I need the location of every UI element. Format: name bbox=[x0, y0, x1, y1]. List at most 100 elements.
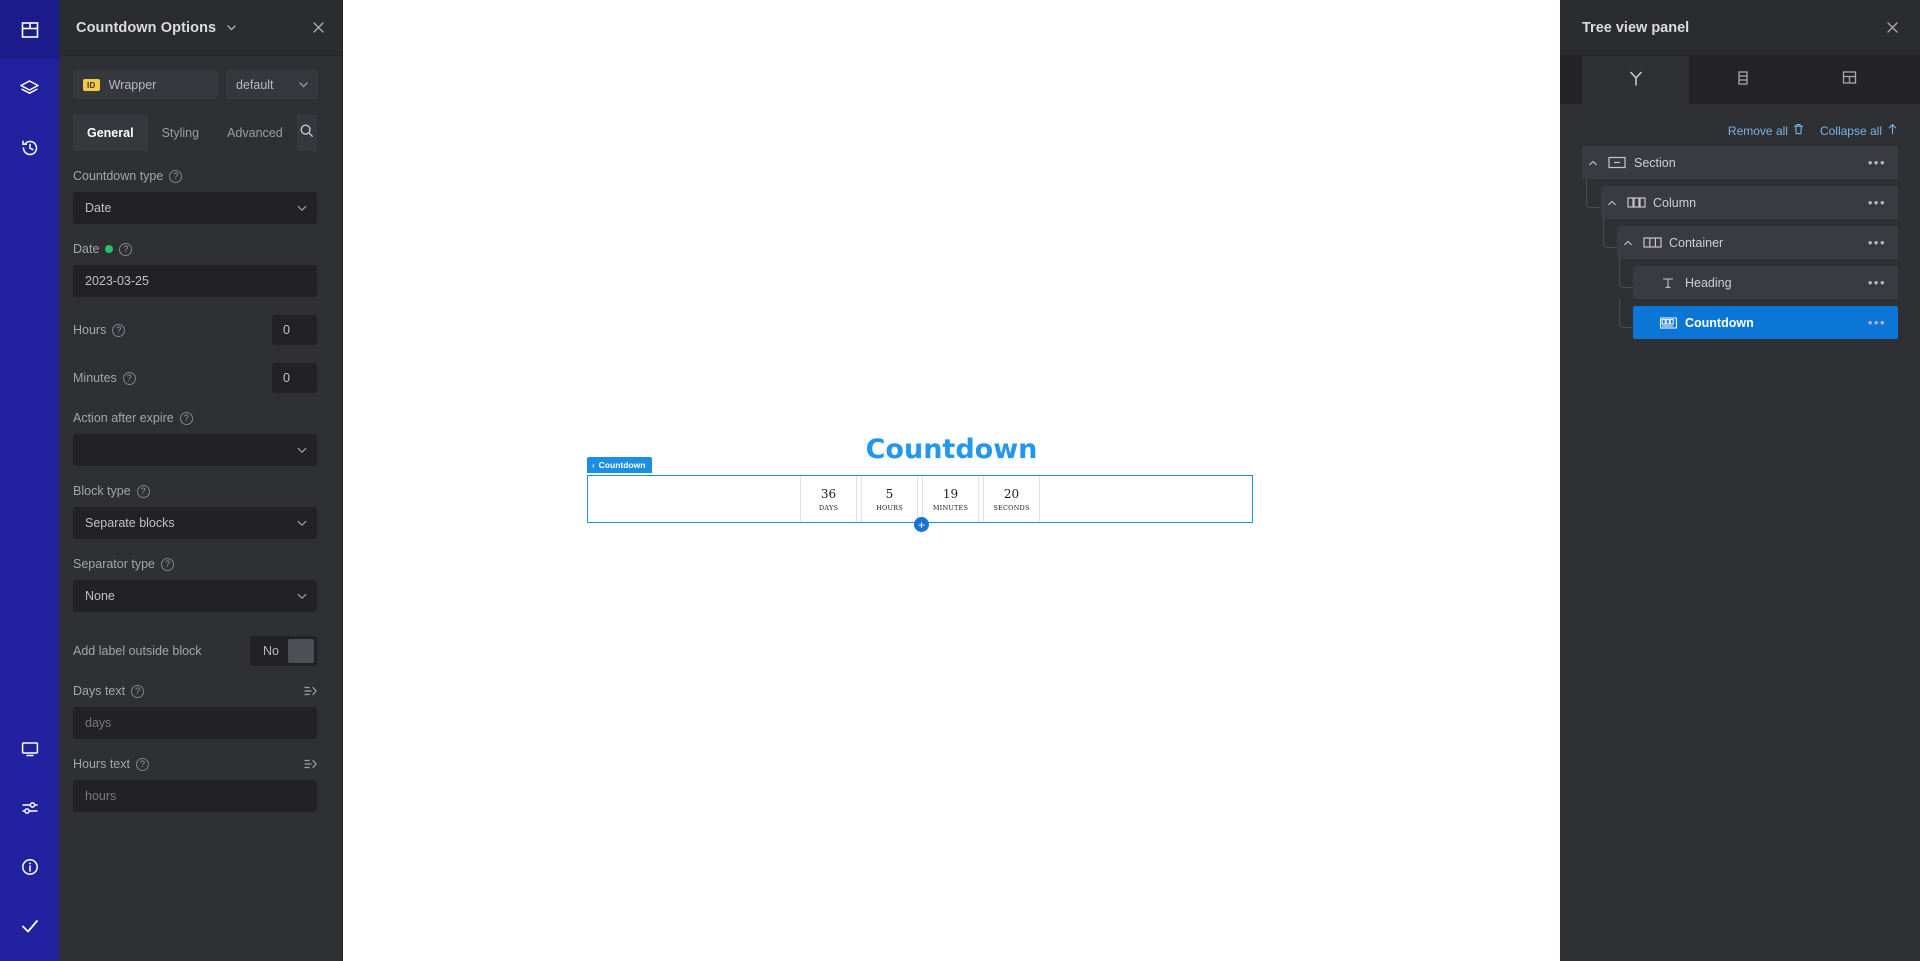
options-tabs: General Styling Advanced bbox=[73, 115, 317, 151]
widget-label-badge[interactable]: ‹ Countdown bbox=[587, 457, 653, 473]
tree-node-column[interactable]: Column ••• bbox=[1601, 186, 1898, 219]
tree-node-container[interactable]: Container ••• bbox=[1617, 226, 1898, 259]
countdown-widget[interactable]: 36 DAYS 5 HOURS 19 MINUTES 20 SECONDS bbox=[587, 475, 1253, 523]
chevron-up-icon[interactable] bbox=[1582, 157, 1604, 169]
node-menu-icon[interactable]: ••• bbox=[1868, 315, 1886, 330]
canvas-heading[interactable]: Countdown bbox=[343, 434, 1560, 465]
tree-tab-structure[interactable] bbox=[1582, 56, 1689, 104]
node-menu-icon[interactable]: ••• bbox=[1868, 155, 1886, 170]
tree-node-label: Container bbox=[1669, 235, 1724, 250]
help-icon[interactable]: ? bbox=[112, 323, 126, 337]
editor-canvas[interactable]: Countdown ‹ Countdown 36 DAYS 5 HOURS 19… bbox=[343, 0, 1560, 961]
check-icon-button[interactable] bbox=[0, 896, 59, 955]
chevron-down-icon bbox=[297, 78, 310, 91]
field-label: Separator type ? bbox=[73, 557, 317, 571]
hours-value: 0 bbox=[283, 323, 290, 337]
countdown-block-days[interactable]: 36 DAYS bbox=[800, 476, 857, 522]
page-title: Countdown Options bbox=[76, 19, 217, 36]
action-after-expire-select[interactable] bbox=[73, 434, 317, 466]
remove-all-button[interactable]: Remove all bbox=[1728, 123, 1804, 138]
help-icon[interactable]: ? bbox=[161, 557, 174, 571]
block-type-select[interactable]: Separate blocks bbox=[73, 507, 317, 539]
rail-bottom-group bbox=[0, 719, 59, 961]
collapse-all-button[interactable]: Collapse all bbox=[1820, 123, 1898, 138]
tree-actions: Remove all Collapse all bbox=[1560, 104, 1920, 144]
minutes-label: Minutes bbox=[73, 371, 117, 385]
options-fields: Countdown type ? Date Date ? 2023-03-25 … bbox=[59, 169, 342, 812]
days-text-label: Days text bbox=[73, 684, 126, 698]
tree-node-list: Section ••• Column ••• Container ••• Hea… bbox=[1560, 144, 1920, 346]
minutes-input[interactable]: 0 bbox=[272, 363, 317, 393]
node-menu-icon[interactable]: ••• bbox=[1868, 195, 1886, 210]
chevron-down-icon bbox=[295, 589, 309, 603]
help-icon[interactable]: ? bbox=[136, 484, 150, 498]
field-label: Date ? bbox=[73, 242, 317, 256]
rail-top-group bbox=[0, 0, 59, 177]
info-icon-button[interactable] bbox=[0, 837, 59, 896]
add-label-outside-toggle[interactable]: No bbox=[250, 636, 317, 666]
toggle-knob[interactable] bbox=[288, 639, 314, 663]
help-icon[interactable]: ? bbox=[135, 757, 149, 771]
minutes-value: 0 bbox=[283, 371, 290, 385]
tab-advanced[interactable]: Advanced bbox=[213, 115, 297, 151]
days-value: 36 bbox=[820, 486, 837, 501]
widget-label-text: Countdown bbox=[598, 460, 646, 470]
chevron-down-icon[interactable] bbox=[225, 21, 238, 34]
countdown-icon bbox=[1655, 317, 1681, 329]
separator-type-select[interactable]: None bbox=[73, 580, 317, 612]
tree-node-countdown[interactable]: Countdown ••• bbox=[1633, 306, 1898, 339]
tab-general[interactable]: General bbox=[73, 115, 148, 151]
monitor-icon bbox=[20, 739, 40, 759]
preset-select[interactable]: default bbox=[226, 70, 318, 99]
search-icon-button[interactable] bbox=[296, 115, 317, 151]
tree-tab-list[interactable] bbox=[1689, 56, 1796, 104]
days-text-placeholder: days bbox=[85, 716, 112, 730]
help-icon[interactable]: ? bbox=[122, 371, 136, 385]
add-element-button[interactable]: + bbox=[914, 517, 929, 532]
help-icon[interactable]: ? bbox=[179, 411, 193, 425]
history-icon bbox=[20, 138, 40, 158]
countdown-block-seconds[interactable]: 20 SECONDS bbox=[983, 476, 1040, 522]
hours-text-input[interactable]: hours bbox=[73, 780, 317, 812]
hours-label: Hours bbox=[73, 323, 107, 337]
action-after-expire-label: Action after expire bbox=[73, 411, 174, 425]
node-menu-icon[interactable]: ••• bbox=[1868, 235, 1886, 250]
help-icon[interactable]: ? bbox=[119, 242, 133, 256]
tab-styling[interactable]: Styling bbox=[148, 115, 214, 151]
dynamic-content-icon[interactable] bbox=[303, 757, 317, 771]
dynamic-content-icon[interactable] bbox=[303, 684, 317, 698]
tree-node-label: Section bbox=[1634, 155, 1676, 170]
date-input[interactable]: 2023-03-25 bbox=[73, 265, 317, 297]
help-icon[interactable]: ? bbox=[131, 684, 145, 698]
help-icon[interactable]: ? bbox=[169, 169, 183, 183]
chevron-down-icon bbox=[295, 443, 309, 457]
options-scroll-area[interactable]: ID Wrapper default General Styling Advan… bbox=[59, 56, 342, 961]
hours-label: HOURS bbox=[876, 503, 903, 512]
layers-icon-button[interactable] bbox=[0, 59, 59, 118]
grid-icon bbox=[1841, 69, 1858, 91]
tree-tab-grid[interactable] bbox=[1796, 56, 1903, 104]
field-separator-type: Separator type ? None bbox=[73, 557, 317, 612]
days-text-input[interactable]: days bbox=[73, 707, 317, 739]
history-icon-button[interactable] bbox=[0, 118, 59, 177]
hours-input[interactable]: 0 bbox=[272, 315, 317, 345]
chevron-up-icon[interactable] bbox=[1617, 237, 1639, 249]
countdown-type-select[interactable]: Date bbox=[73, 192, 317, 224]
countdown-block-hours[interactable]: 5 HOURS bbox=[861, 476, 918, 522]
tree-guide-line bbox=[1586, 178, 1600, 208]
tree-node-heading[interactable]: Heading ••• bbox=[1633, 266, 1898, 299]
search-icon bbox=[299, 123, 314, 143]
tree-node-section[interactable]: Section ••• bbox=[1582, 146, 1898, 179]
close-icon[interactable] bbox=[1885, 20, 1900, 35]
layout-icon-button[interactable] bbox=[0, 0, 59, 59]
sliders-icon-button[interactable] bbox=[0, 778, 59, 837]
wrapper-id-field[interactable]: ID Wrapper bbox=[73, 70, 218, 99]
chevron-up-icon[interactable] bbox=[1601, 197, 1623, 209]
countdown-block-minutes[interactable]: 19 MINUTES bbox=[922, 476, 979, 522]
close-icon[interactable] bbox=[311, 20, 326, 35]
field-days-text: Days text ? days bbox=[73, 684, 317, 739]
node-menu-icon[interactable]: ••• bbox=[1868, 275, 1886, 290]
collapse-all-label: Collapse all bbox=[1819, 123, 1882, 138]
hours-text-placeholder: hours bbox=[85, 789, 117, 803]
monitor-icon-button[interactable] bbox=[0, 719, 59, 778]
